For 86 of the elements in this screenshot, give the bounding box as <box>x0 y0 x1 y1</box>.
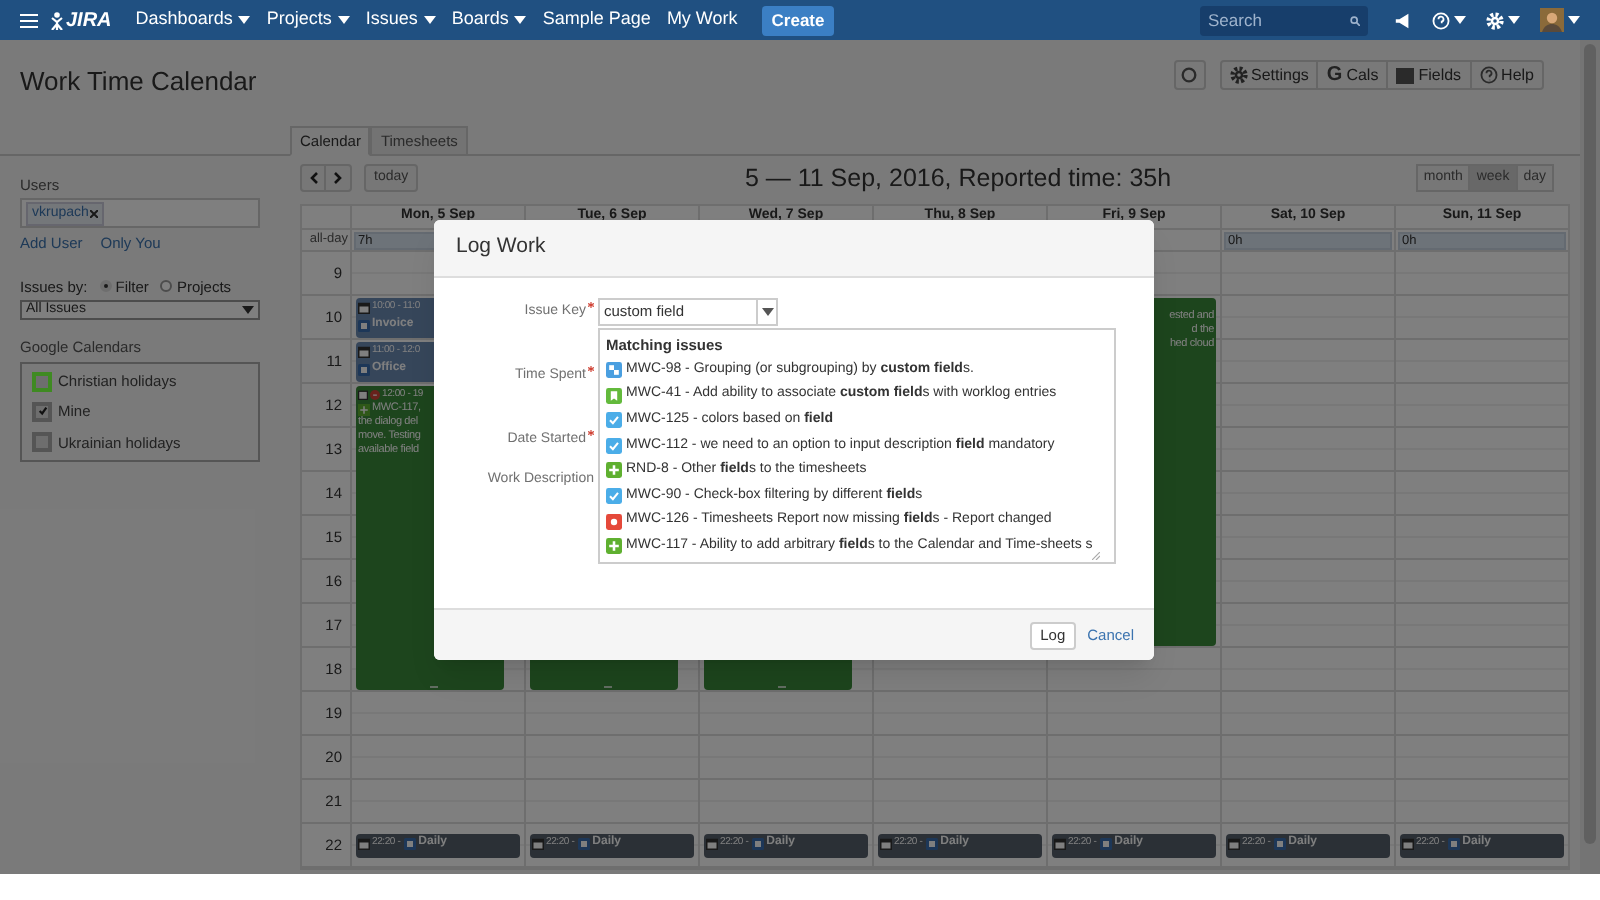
search-field[interactable]: Search <box>1200 5 1368 35</box>
calendar-icon <box>358 390 368 400</box>
checkbox[interactable] <box>32 401 52 422</box>
calendar-icon <box>1448 837 1461 849</box>
avatar-icon[interactable] <box>1540 8 1564 32</box>
calendar-icon <box>1228 837 1240 849</box>
dropdown-button[interactable] <box>756 300 776 324</box>
checkmark-icon <box>606 412 622 429</box>
plus-icon <box>606 538 622 555</box>
calendar-icon <box>358 345 370 357</box>
previous-button[interactable] <box>300 164 326 192</box>
calendar-icon <box>706 837 718 849</box>
help-icon <box>1479 66 1498 84</box>
nav-link[interactable]: Issues <box>357 0 444 40</box>
nav-link[interactable]: My Work <box>658 0 746 40</box>
caret-icon <box>423 16 436 24</box>
resize-handle[interactable] <box>604 686 612 688</box>
checkbox[interactable] <box>32 432 52 453</box>
calendar-icon <box>358 301 370 313</box>
nav-link[interactable]: Sample Page <box>534 0 659 40</box>
caret-icon <box>761 308 773 316</box>
toolbar-button[interactable]: Settings <box>1219 60 1319 90</box>
required-icon <box>588 302 594 308</box>
resize-handle[interactable] <box>430 686 438 688</box>
radio-icon[interactable] <box>160 280 173 293</box>
calendar-icon <box>358 319 370 331</box>
calendar-icon <box>752 837 765 849</box>
next-button[interactable] <box>326 164 352 192</box>
refresh-button[interactable] <box>1173 60 1205 90</box>
menu-icon[interactable] <box>20 13 38 27</box>
caret-icon <box>238 16 251 24</box>
plus-icon <box>606 462 622 479</box>
calendar-icon <box>1054 837 1066 849</box>
checkmark-icon <box>37 406 47 417</box>
bookmark-icon <box>606 387 622 404</box>
calendar-icon <box>578 837 591 849</box>
chevron-right-icon <box>334 172 342 184</box>
settings-icon <box>1229 66 1247 84</box>
resize-icon <box>1092 552 1100 560</box>
checkmark-icon <box>606 437 622 454</box>
checkmark-icon <box>606 488 622 505</box>
google-icon: G <box>1326 60 1343 90</box>
required-icon <box>588 366 594 372</box>
chevron-left-icon <box>309 172 317 184</box>
calendar-icon <box>1100 837 1113 849</box>
calendar-icon <box>532 837 544 849</box>
calendar-icon <box>1402 837 1414 849</box>
search-icon <box>1350 15 1360 25</box>
settings-icon[interactable] <box>1486 11 1504 29</box>
nav-link[interactable]: Boards <box>443 0 535 40</box>
logo-text[interactable]: JIRA <box>66 5 112 35</box>
calendar-icon <box>404 837 417 849</box>
dialog-title: Log Work <box>456 232 546 263</box>
calendar-icon <box>1274 837 1287 849</box>
megaphone-icon[interactable] <box>1394 11 1412 29</box>
error-icon <box>370 390 380 400</box>
calendar-icon <box>880 837 892 849</box>
caret-icon <box>1508 16 1520 24</box>
calendar-icon <box>358 363 370 375</box>
caret-icon <box>242 305 254 314</box>
close-icon[interactable] <box>90 209 99 218</box>
calendar-title: 5 — 11 Sep, 2016, Reported time: 35h <box>744 161 1172 196</box>
caret-icon <box>337 16 350 24</box>
subtask-icon <box>606 362 622 379</box>
required-icon <box>588 430 594 436</box>
plus-icon <box>358 403 370 415</box>
logo-icon <box>50 11 64 29</box>
checkbox[interactable] <box>32 371 52 392</box>
caret-icon <box>514 16 527 24</box>
scrollbar[interactable] <box>1580 40 1600 874</box>
bug-icon <box>606 513 622 530</box>
calendar-icon <box>926 837 939 849</box>
refresh-icon <box>1180 66 1198 84</box>
caret-icon <box>1454 16 1466 24</box>
resize-handle[interactable] <box>778 686 786 688</box>
create-button[interactable]: Create <box>761 5 835 35</box>
help-icon[interactable] <box>1432 11 1450 29</box>
toolbar-button[interactable]: Help <box>1469 60 1544 90</box>
columns-icon <box>1396 67 1415 83</box>
caret-icon <box>1568 16 1580 24</box>
calendar-icon <box>358 837 370 849</box>
nav-link[interactable]: Projects <box>258 0 358 40</box>
page-title: Work Time Calendar <box>20 64 257 100</box>
nav-link[interactable]: Dashboards <box>127 0 259 40</box>
toolbar-button[interactable]: Fields <box>1386 60 1472 90</box>
toolbar-button[interactable]: G Cals <box>1316 60 1389 90</box>
